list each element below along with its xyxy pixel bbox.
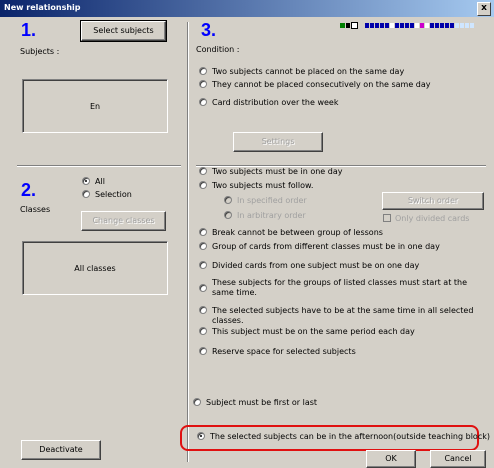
option-label: Two subjects must be in one day bbox=[212, 167, 343, 176]
option-same-period[interactable]: This subject must be on the same period … bbox=[199, 327, 415, 337]
settings-button[interactable]: Settings bbox=[233, 132, 323, 152]
ok-button[interactable]: OK bbox=[366, 450, 416, 468]
radio-icon bbox=[199, 261, 207, 269]
radio-icon bbox=[199, 167, 207, 175]
option-label: Two subjects cannot be placed on the sam… bbox=[212, 67, 405, 76]
radio-icon bbox=[224, 211, 232, 219]
option-group-one-day[interactable]: Group of cards from different classes mu… bbox=[199, 242, 440, 252]
change-classes-button[interactable]: Change classes bbox=[81, 211, 166, 231]
cancel-button[interactable]: Cancel bbox=[430, 450, 486, 468]
option-one-day[interactable]: Two subjects must be in one day bbox=[199, 167, 342, 177]
window-title: New relationship bbox=[4, 3, 81, 12]
option-label: In arbitrary order bbox=[237, 211, 306, 220]
option-label: They cannot be placed consecutively on t… bbox=[212, 80, 431, 89]
option-no-break[interactable]: Break cannot be between group of lessons bbox=[199, 228, 383, 238]
option-label: Reserve space for selected subjects bbox=[212, 347, 356, 356]
option-first-or-last[interactable]: Subject must be first or last bbox=[193, 398, 317, 408]
option-card-distribution[interactable]: Card distribution over the week bbox=[199, 98, 338, 108]
subjects-box[interactable]: En bbox=[22, 79, 168, 133]
radio-icon bbox=[199, 347, 207, 355]
color-legend bbox=[340, 21, 475, 29]
step-2-number: 2. bbox=[21, 180, 37, 200]
option-label: Subject must be first or last bbox=[206, 398, 318, 407]
classes-box[interactable]: All classes bbox=[22, 241, 168, 295]
radio-icon bbox=[199, 284, 207, 292]
dialog-window: New relationship x 1. Select subjects Su… bbox=[0, 0, 494, 468]
close-button[interactable]: x bbox=[477, 2, 491, 16]
option-label: Only divided cards bbox=[395, 214, 470, 223]
option-divided-one-day[interactable]: Divided cards from one subject must be o… bbox=[199, 261, 419, 271]
option-label: Two subjects must follow. bbox=[212, 181, 314, 190]
option-label: Divided cards from one subject must be o… bbox=[212, 261, 420, 270]
radio-icon bbox=[199, 80, 207, 88]
step-1-number: 1. bbox=[21, 20, 37, 40]
radio-icon bbox=[82, 190, 90, 198]
option-label: Card distribution over the week bbox=[212, 98, 339, 107]
condition-label: Condition : bbox=[196, 45, 240, 54]
option-specified-order[interactable]: In specified order bbox=[224, 196, 307, 206]
radio-icon bbox=[197, 432, 205, 440]
radio-icon bbox=[224, 196, 232, 204]
separator bbox=[17, 165, 181, 167]
option-reserve-space[interactable]: Reserve space for selected subjects bbox=[199, 347, 356, 357]
option-label: Break cannot be between group of lessons bbox=[212, 228, 383, 237]
switch-order-button[interactable]: Switch order bbox=[382, 192, 484, 210]
select-subjects-button[interactable]: Select subjects bbox=[80, 20, 167, 42]
classes-selection-label: Selection bbox=[95, 190, 132, 199]
step-3-number: 3. bbox=[201, 20, 217, 40]
option-label: These subjects for the groups of listed … bbox=[212, 278, 468, 297]
radio-icon bbox=[199, 181, 207, 189]
classes-label: Classes bbox=[20, 205, 51, 214]
radio-icon bbox=[199, 327, 207, 335]
radio-icon bbox=[199, 306, 207, 314]
title-bar[interactable]: New relationship x bbox=[0, 0, 494, 17]
option-same-time-all-classes[interactable]: The selected subjects have to be at the … bbox=[199, 306, 494, 326]
classes-all-label: All bbox=[95, 177, 105, 186]
vertical-separator bbox=[187, 22, 189, 462]
option-label: This subject must be on the same period … bbox=[212, 327, 415, 336]
option-arbitrary-order[interactable]: In arbitrary order bbox=[224, 211, 306, 221]
classes-all-radio[interactable]: All bbox=[82, 177, 105, 187]
option-label: In specified order bbox=[237, 196, 307, 205]
radio-icon bbox=[199, 98, 207, 106]
option-afternoon[interactable]: The selected subjects can be in the afte… bbox=[197, 432, 490, 442]
checkbox-icon bbox=[383, 214, 391, 222]
radio-icon bbox=[199, 242, 207, 250]
deactivate-button[interactable]: Deactivate bbox=[21, 440, 101, 460]
option-label: Group of cards from different classes mu… bbox=[212, 242, 440, 251]
option-not-same-day[interactable]: Two subjects cannot be placed on the sam… bbox=[199, 67, 404, 77]
classes-selection-radio[interactable]: Selection bbox=[82, 190, 132, 200]
radio-icon bbox=[82, 177, 90, 185]
option-must-follow[interactable]: Two subjects must follow. bbox=[199, 181, 313, 191]
radio-icon bbox=[199, 228, 207, 236]
only-divided-checkbox[interactable]: Only divided cards bbox=[383, 214, 469, 224]
option-start-same-time[interactable]: These subjects for the groups of listed … bbox=[199, 278, 484, 298]
radio-icon bbox=[199, 67, 207, 75]
radio-icon bbox=[193, 398, 201, 406]
option-label: The selected subjects have to be at the … bbox=[212, 306, 474, 325]
subjects-label: Subjects : bbox=[20, 47, 60, 56]
option-not-consecutive[interactable]: They cannot be placed consecutively on t… bbox=[199, 80, 431, 90]
option-label: The selected subjects can be in the afte… bbox=[210, 432, 490, 441]
